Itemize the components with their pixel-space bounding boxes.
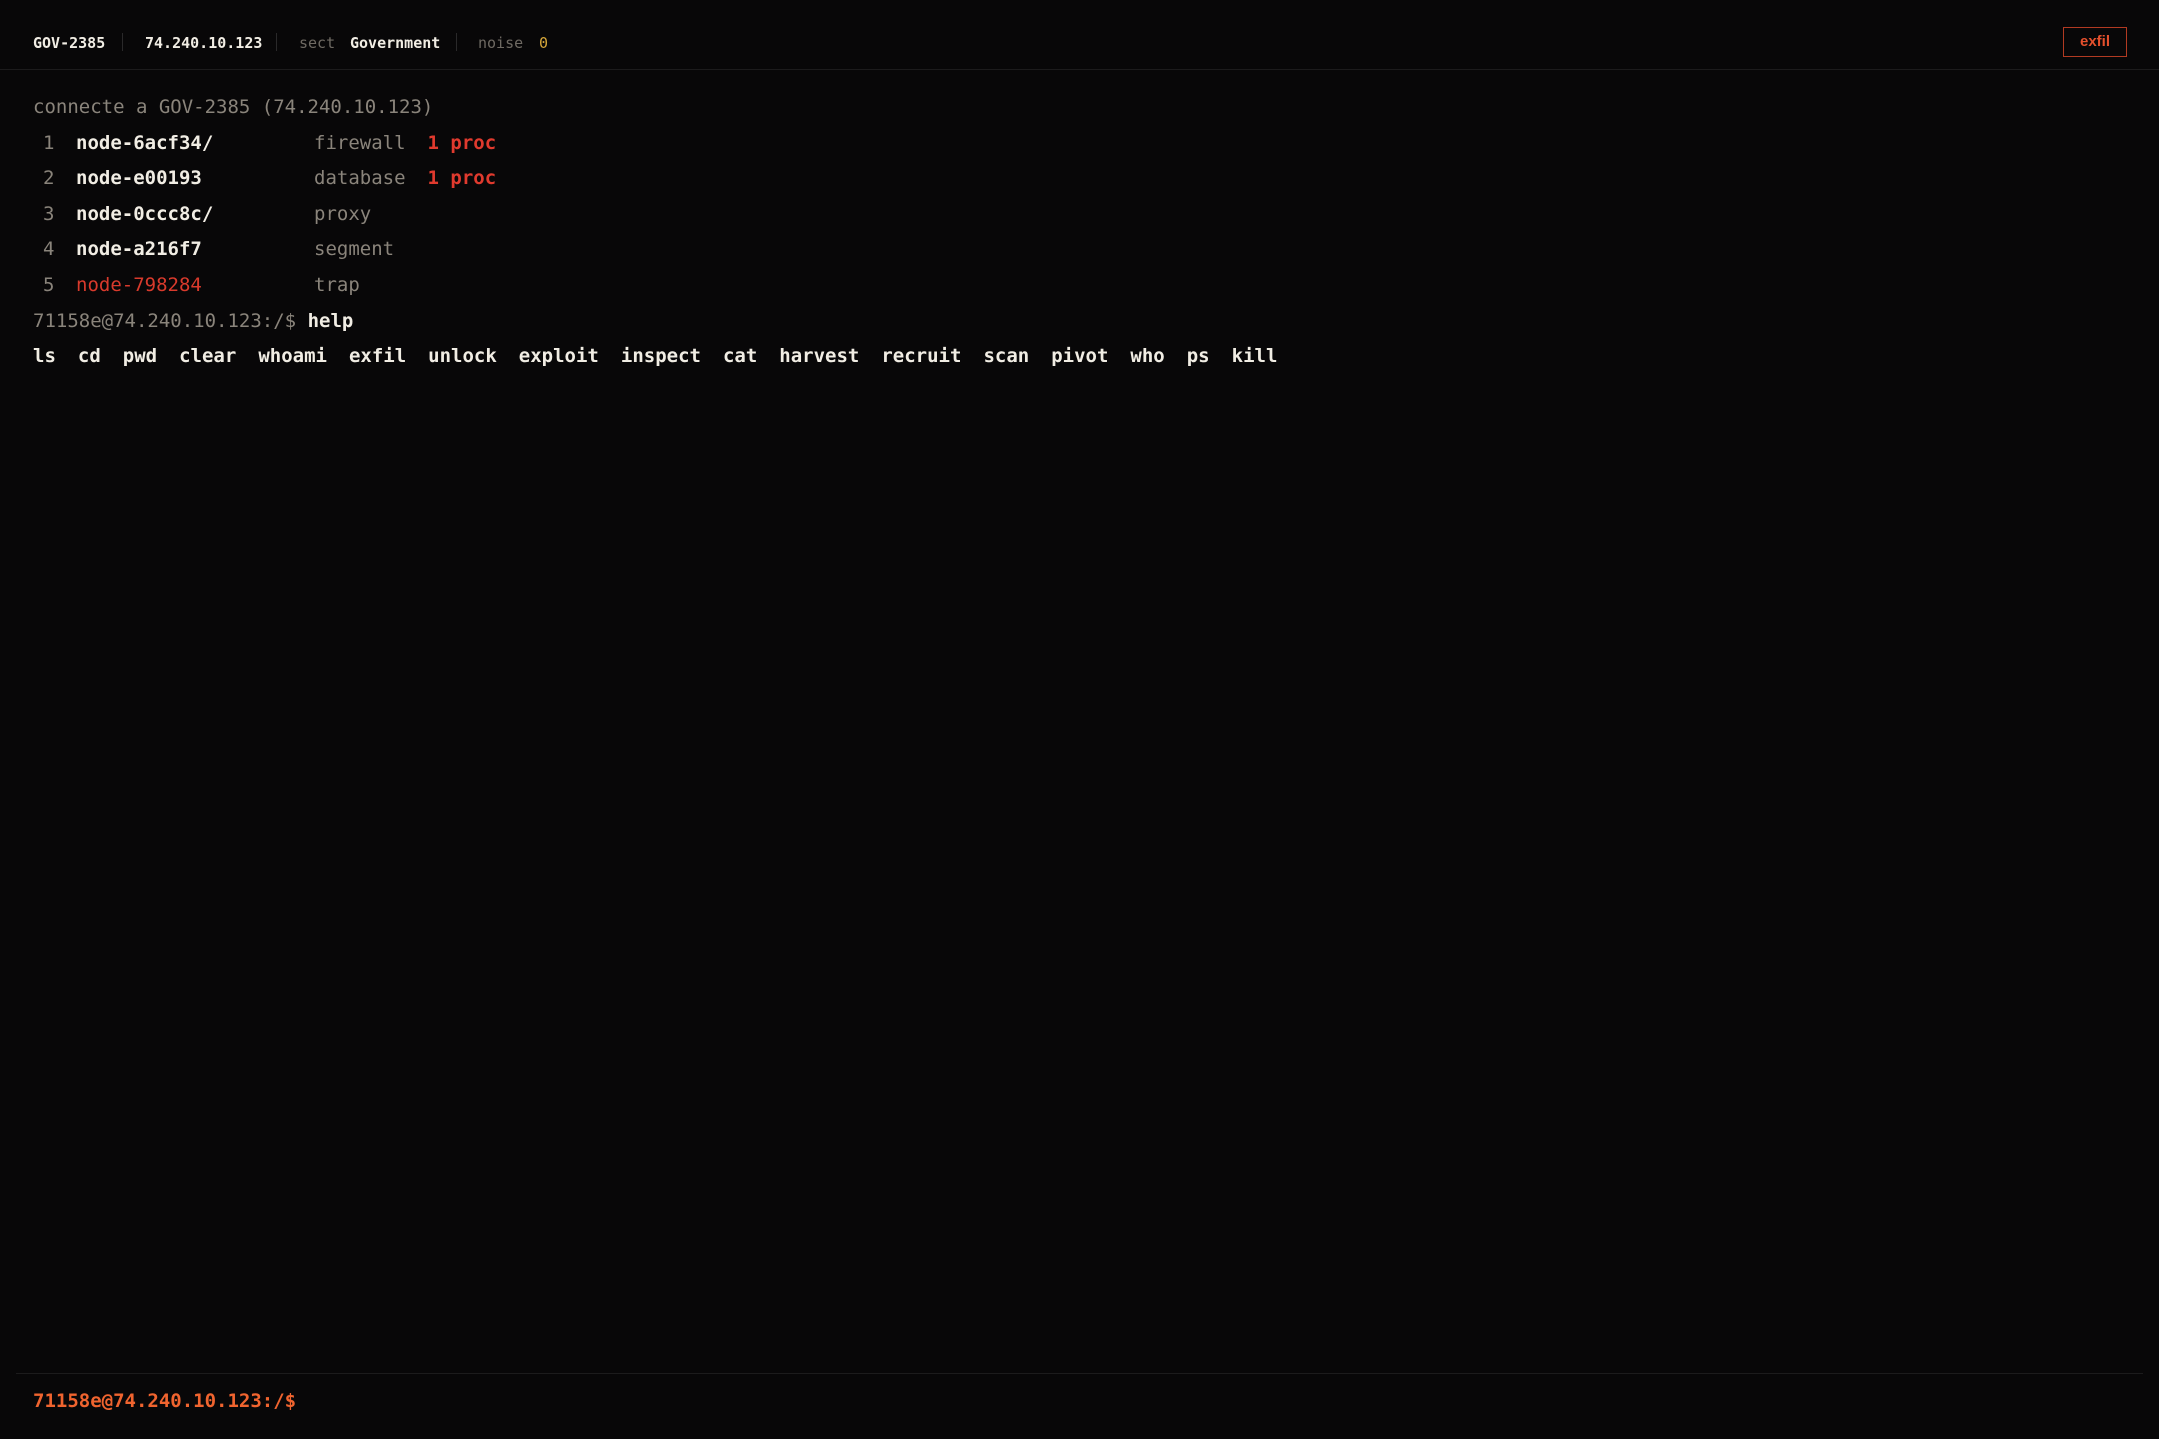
node-kind-label: segment — [314, 238, 395, 261]
help-command[interactable]: exploit — [519, 339, 599, 375]
connect-line: connecte a GOV-2385 (74.240.10.123) — [33, 96, 434, 118]
host-ip: 74.240.10.123 — [145, 34, 263, 52]
node-kind: database 1 proc — [314, 161, 496, 197]
node-list: 1 node-6acf34/firewall 1 proc 2 node-e00193 d… — [33, 126, 2123, 304]
command-input[interactable] — [286, 1384, 2090, 1418]
history-line: 71158e@74.240.10.123:/$ help — [33, 304, 2123, 340]
proc-badge: 1 proc — [427, 167, 497, 190]
prompt-label: 71158e@74.240.10.123:/$ — [33, 1390, 297, 1412]
help-command[interactable]: cd — [78, 339, 101, 375]
node-kind: proxy — [314, 197, 371, 233]
sect-label: sect — [299, 34, 336, 52]
node-name[interactable]: node-0ccc8c/ — [76, 197, 213, 233]
node-kind-label: database — [314, 167, 406, 190]
help-command[interactable]: ls — [33, 339, 56, 375]
node-row[interactable]: 5 node-798284 trap — [33, 268, 2123, 304]
node-name[interactable]: node-e00193 — [76, 161, 202, 197]
help-command[interactable]: recruit — [881, 339, 961, 375]
help-command[interactable]: pwd — [123, 339, 157, 375]
host-name: GOV-2385 — [33, 34, 106, 52]
help-command[interactable]: inspect — [621, 339, 701, 375]
help-command[interactable]: scan — [983, 339, 1029, 375]
help-command[interactable]: clear — [179, 339, 236, 375]
help-commands: ls cd pwd clear whoami exfil unlock exploit insp… — [33, 339, 2123, 375]
help-command[interactable]: ps — [1187, 339, 1210, 375]
help-command[interactable]: who — [1130, 339, 1164, 375]
sect-value: Government — [350, 34, 441, 52]
node-row[interactable]: 1 node-6acf34/firewall 1 proc — [33, 126, 2123, 162]
node-kind-label: proxy — [314, 202, 372, 225]
help-command[interactable]: pivot — [1051, 339, 1108, 375]
help-command[interactable]: kill — [1232, 339, 1278, 375]
noise-label: noise — [478, 34, 524, 52]
node-index: 3 — [43, 202, 55, 225]
node-kind: trap — [314, 268, 360, 304]
exfil-button[interactable]: exfil — [2063, 27, 2127, 57]
status-bar: GOV-2385 74.240.10.123 sect Government n… — [0, 0, 2159, 70]
help-command[interactable]: unlock — [428, 339, 497, 375]
node-index: 1 — [43, 131, 55, 154]
history-prompt: 71158e@74.240.10.123:/$ — [33, 309, 297, 332]
help-command[interactable]: harvest — [779, 339, 859, 375]
noise-value: 0 — [539, 34, 549, 52]
help-command[interactable]: exfil — [349, 339, 406, 375]
node-row[interactable]: 3 node-0ccc8c/proxy — [33, 197, 2123, 233]
node-index: 2 — [43, 167, 55, 190]
node-kind: firewall 1 proc — [314, 126, 496, 162]
node-kind-label: firewall — [314, 131, 406, 154]
node-row[interactable]: 4 node-a216f7 segment — [33, 232, 2123, 268]
node-row[interactable]: 2 node-e00193 database 1 proc — [33, 161, 2123, 197]
node-kind-label: trap — [314, 273, 360, 296]
node-index: 4 — [43, 238, 55, 261]
divider — [122, 33, 123, 51]
node-name[interactable]: node-a216f7 — [76, 232, 202, 268]
node-kind: segment — [314, 232, 394, 268]
node-index: 5 — [43, 273, 55, 296]
history-command: help — [307, 309, 354, 332]
prompt-bar: 71158e@74.240.10.123:/$ — [16, 1373, 2143, 1439]
divider — [456, 33, 457, 51]
terminal-output: connecte a GOV-2385 (74.240.10.123) 1 nod… — [33, 90, 2123, 375]
divider — [276, 33, 277, 51]
help-command[interactable]: whoami — [258, 339, 327, 375]
node-name[interactable]: node-798284 — [76, 268, 202, 304]
help-command[interactable]: cat — [723, 339, 757, 375]
node-name[interactable]: node-6acf34/ — [76, 126, 213, 162]
proc-badge: 1 proc — [427, 131, 497, 154]
